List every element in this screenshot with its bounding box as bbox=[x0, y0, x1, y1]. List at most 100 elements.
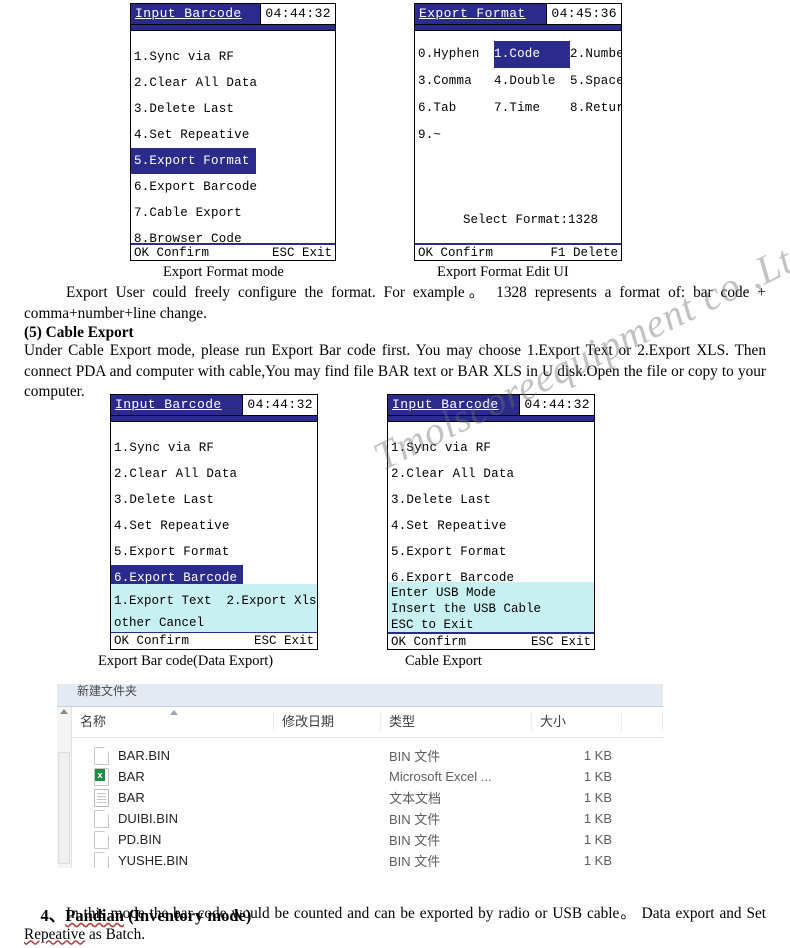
menu-item[interactable]: 4.Set Repeative bbox=[111, 513, 317, 539]
pda-screen-export-format-edit: Export Format 04:45:36 0.Hyphen 1.Code 2… bbox=[414, 3, 622, 261]
softkey-esc[interactable]: ESC Exit bbox=[254, 633, 314, 649]
menu-item[interactable]: 2.Clear All Data bbox=[131, 70, 335, 96]
explorer-body: 名称 修改日期 类型 大小 BAR.BIN BIN 文件 1 KB x BAR … bbox=[57, 707, 663, 868]
menu-item[interactable]: 5.Export Format bbox=[388, 539, 594, 565]
menu-item-selected[interactable]: 5.Export Format bbox=[131, 148, 335, 174]
vertical-scrollbar[interactable] bbox=[57, 707, 72, 868]
table-row[interactable]: BAR Microsoft Excel ... 1 KB bbox=[72, 766, 663, 787]
pda-clock: 04:44:32 bbox=[242, 395, 317, 415]
menu-item[interactable]: 5.Export Format bbox=[111, 539, 317, 565]
menu-item-label: 4.Set Repeative bbox=[391, 519, 507, 533]
softkey-ok[interactable]: OK Confirm bbox=[418, 245, 493, 260]
menu-item[interactable]: 1.Sync via RF bbox=[388, 435, 594, 461]
softkey-ok[interactable]: OK Confirm bbox=[134, 245, 209, 260]
menu-item[interactable]: 6.Export Barcode bbox=[131, 174, 335, 200]
menu-item[interactable]: 3.Delete Last bbox=[111, 487, 317, 513]
menu-item-label: 1.Sync via RF bbox=[114, 441, 215, 455]
pda-screen-export-barcode: Input Barcode 04:44:32 1.Sync via RF 2.C… bbox=[110, 394, 318, 650]
menu-item[interactable]: 7.Cable Export bbox=[131, 200, 335, 226]
pda-softkey-bar: OK Confirm ESC Exit bbox=[131, 243, 335, 260]
caption-export-barcode: Export Bar code(Data Export) bbox=[98, 653, 274, 669]
format-option-comma[interactable]: 3.Comma bbox=[418, 68, 494, 95]
file-size-cell: 1 KB bbox=[583, 811, 612, 826]
table-row[interactable]: PD.BIN BIN 文件 1 KB bbox=[72, 829, 663, 850]
explorer-breadcrumb-bar[interactable]: 新建文件夹 bbox=[57, 684, 663, 707]
file-type-cell: BIN 文件 bbox=[389, 812, 441, 827]
file-type-cell: BIN 文件 bbox=[389, 833, 441, 848]
column-header-row: 名称 修改日期 类型 大小 bbox=[72, 707, 663, 738]
menu-item[interactable]: 2.Clear All Data bbox=[388, 461, 594, 487]
menu-item-label: 7.Cable Export bbox=[134, 206, 242, 220]
format-option-time[interactable]: 7.Time bbox=[494, 95, 570, 122]
softkey-ok[interactable]: OK Confirm bbox=[391, 634, 466, 649]
menu-item[interactable]: 3.Delete Last bbox=[388, 487, 594, 513]
format-option-tab[interactable]: 6.Tab bbox=[418, 95, 494, 122]
file-size-cell: 1 KB bbox=[583, 769, 612, 784]
file-name-cell[interactable]: PD.BIN bbox=[72, 830, 274, 849]
pda-title-fill bbox=[502, 395, 520, 415]
table-row[interactable]: YUSHE.BIN BIN 文件 1 KB bbox=[72, 850, 663, 868]
dialog-line-enter-usb: Enter USB Mode bbox=[391, 586, 497, 600]
format-option-double[interactable]: 4.Double bbox=[494, 68, 570, 95]
format-option-tilde[interactable]: 9.~ bbox=[418, 122, 494, 149]
column-header-type[interactable]: 类型 bbox=[381, 712, 532, 732]
format-option-hyphen[interactable]: 0.Hyphen bbox=[418, 41, 494, 68]
softkey-esc[interactable]: ESC Exit bbox=[531, 634, 591, 649]
bin-file-icon bbox=[94, 746, 109, 765]
format-option-code-selected[interactable]: 1.Code bbox=[494, 41, 570, 68]
menu-item[interactable]: 2.Clear All Data bbox=[111, 461, 317, 487]
menu-item-label: 4.Set Repeative bbox=[134, 128, 250, 142]
menu-item-label: 3.Delete Last bbox=[391, 493, 492, 507]
table-row[interactable]: DUIBI.BIN BIN 文件 1 KB bbox=[72, 808, 663, 829]
file-name-cell[interactable]: BAR.BIN bbox=[72, 746, 274, 765]
pda-menu-list: 1.Sync via RF 2.Clear All Data 3.Delete … bbox=[111, 422, 317, 591]
file-name-cell[interactable]: DUIBI.BIN bbox=[72, 809, 274, 828]
softkey-esc[interactable]: ESC Exit bbox=[272, 245, 332, 260]
file-name-cell[interactable]: YUSHE.BIN bbox=[72, 851, 274, 868]
pda-title-text: Export Format bbox=[415, 4, 530, 24]
pda-clock: 04:44:32 bbox=[260, 4, 335, 24]
menu-item[interactable]: 4.Set Repeative bbox=[388, 513, 594, 539]
menu-item[interactable]: 1.Sync via RF bbox=[131, 44, 335, 70]
softkey-f1-delete[interactable]: F1 Delete bbox=[550, 245, 618, 260]
file-name-cell[interactable]: BAR bbox=[72, 788, 274, 807]
file-size-cell: 1 KB bbox=[583, 748, 612, 763]
table-row[interactable]: BAR 文本文档 1 KB bbox=[72, 787, 663, 808]
menu-item-label: 2.Clear All Data bbox=[114, 467, 238, 481]
file-size-cell: 1 KB bbox=[583, 790, 612, 805]
column-header-name[interactable]: 名称 bbox=[72, 712, 274, 732]
menu-item-label: 4.Set Repeative bbox=[114, 519, 230, 533]
format-option-number[interactable]: 2.Number bbox=[570, 41, 621, 68]
pda-softkey-bar: OK Confirm ESC Exit bbox=[111, 632, 317, 649]
menu-item[interactable]: 1.Sync via RF bbox=[111, 435, 317, 461]
softkey-ok[interactable]: OK Confirm bbox=[114, 633, 189, 649]
cable-export-dialog: Enter USB Mode Insert the USB Cable ESC … bbox=[388, 582, 594, 632]
scrollbar-thumb[interactable] bbox=[58, 752, 70, 864]
excel-file-icon bbox=[94, 767, 109, 786]
table-row[interactable]: BAR.BIN BIN 文件 1 KB bbox=[72, 745, 663, 766]
menu-item-label: 3.Delete Last bbox=[114, 493, 215, 507]
paragraph-pandian-part-a: In this mode the bar code would be count… bbox=[66, 905, 766, 922]
menu-item[interactable]: 3.Delete Last bbox=[131, 96, 335, 122]
dialog-cancel-line[interactable]: other Cancel bbox=[111, 612, 317, 634]
pda-title-fill bbox=[529, 4, 547, 24]
file-size-cell: 1 KB bbox=[583, 832, 612, 847]
menu-item[interactable]: 4.Set Repeative bbox=[131, 122, 335, 148]
file-name-cell[interactable]: BAR bbox=[72, 767, 274, 786]
select-format-label: Select Format: bbox=[463, 213, 569, 227]
column-header-date[interactable]: 修改日期 bbox=[274, 712, 381, 732]
column-header-size[interactable]: 大小 bbox=[532, 712, 622, 732]
document-page: Input Barcode 04:44:32 1.Sync via RF 2.C… bbox=[0, 0, 790, 948]
dialog-line-insert-cable: Insert the USB Cable bbox=[391, 602, 542, 616]
menu-item-label: 1.Sync via RF bbox=[391, 441, 492, 455]
paragraph-pandian-repeative: Repeative bbox=[24, 925, 86, 943]
pda-menu-list: 1.Sync via RF 2.Clear All Data 3.Delete … bbox=[131, 31, 335, 252]
breadcrumb-label: 新建文件夹 bbox=[77, 684, 138, 698]
file-size-cell: 1 KB bbox=[583, 853, 612, 868]
format-option-row: 9.~ bbox=[415, 122, 621, 149]
caption-export-format-mode: Export Format mode bbox=[163, 264, 284, 280]
dialog-option-line[interactable]: 1.Export Text 2.Export Xls bbox=[111, 590, 317, 612]
format-option-return[interactable]: 8.Return bbox=[570, 95, 621, 122]
format-option-space[interactable]: 5.Space bbox=[570, 68, 621, 95]
scroll-up-arrow-icon[interactable] bbox=[60, 709, 68, 714]
